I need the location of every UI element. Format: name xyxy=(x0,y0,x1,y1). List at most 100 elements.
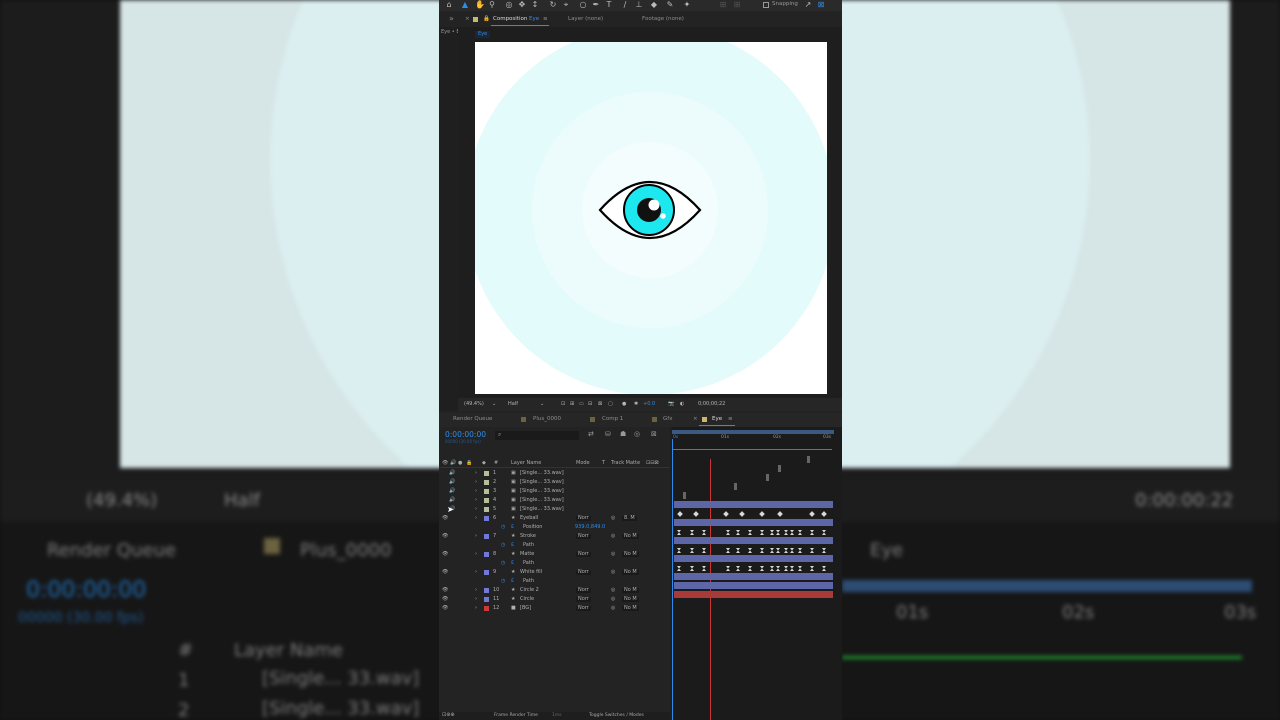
track-matte-select[interactable]: No M xyxy=(622,552,639,557)
audio-icon[interactable]: 🔊 xyxy=(449,489,455,494)
track-matte-select[interactable]: 8. M xyxy=(622,516,637,521)
layer-row[interactable]: 👁 › 9 ★ White fill Norr ◎ No M xyxy=(439,568,670,577)
search-input[interactable]: ⌕ xyxy=(495,431,579,440)
keyframe[interactable] xyxy=(790,530,794,535)
keyframe[interactable] xyxy=(759,511,765,517)
layer-name[interactable]: [Single... 33.wav] xyxy=(520,507,564,512)
keyframe[interactable] xyxy=(677,511,683,517)
mode-select[interactable]: Norr xyxy=(576,597,591,602)
track-matte-select[interactable]: No M xyxy=(622,534,639,539)
eye-icon[interactable]: 👁 xyxy=(442,606,448,611)
playhead-line[interactable] xyxy=(710,459,711,720)
timeline-track-area[interactable]: 0s 01s 02s 03s xyxy=(672,427,842,720)
current-time[interactable]: 0:00:00:00 xyxy=(445,431,486,439)
stopwatch-icon[interactable]: ◷ xyxy=(501,525,505,530)
layer-duration-bar[interactable] xyxy=(674,591,833,598)
label-swatch[interactable] xyxy=(484,570,489,575)
view-icon[interactable]: ▢ xyxy=(608,402,613,407)
mask-icon[interactable]: ▭ xyxy=(579,402,584,407)
keyframe[interactable] xyxy=(702,530,706,535)
keyframe[interactable] xyxy=(739,511,745,517)
chevron-right-icon[interactable]: › xyxy=(475,597,477,602)
close-tab-icon[interactable]: × xyxy=(465,16,470,23)
chevron-right-icon[interactable]: › xyxy=(475,480,477,485)
layer-row[interactable]: 👁 › 12 ■ [BG] Norr ◎ No M xyxy=(439,604,670,613)
pen-tool-icon[interactable]: ✒ xyxy=(592,1,600,9)
keyframe[interactable] xyxy=(748,530,752,535)
track-matte-select[interactable]: No M xyxy=(622,597,639,602)
expression-icon[interactable]: ℇ xyxy=(511,579,514,584)
label-swatch[interactable] xyxy=(484,498,489,503)
hand-tool-icon[interactable]: ✋ xyxy=(475,1,485,9)
label-swatch[interactable] xyxy=(484,516,489,521)
keyframe[interactable] xyxy=(760,530,764,535)
keyframe[interactable] xyxy=(690,566,694,571)
keyframe[interactable] xyxy=(748,548,752,553)
tab-eye[interactable]: Eye xyxy=(712,416,722,423)
keyframe[interactable] xyxy=(770,566,774,571)
layer-name[interactable]: [Single... 33.wav] xyxy=(520,480,564,485)
tab-footage[interactable]: Footage (none) xyxy=(642,16,684,23)
clone-tool-icon[interactable]: ⊥ xyxy=(635,1,643,9)
keyframe[interactable] xyxy=(760,548,764,553)
property-row[interactable]: ◷ ℇ Path xyxy=(439,577,670,586)
keyframe[interactable] xyxy=(677,548,681,553)
mode-select[interactable]: Norr xyxy=(576,570,591,575)
keyframe[interactable] xyxy=(693,511,699,517)
expression-icon[interactable]: ℇ xyxy=(511,561,514,566)
keyframe[interactable] xyxy=(776,548,780,553)
col-layer-name[interactable]: Layer Name xyxy=(511,461,541,466)
label-swatch[interactable] xyxy=(484,489,489,494)
keyframe[interactable] xyxy=(726,548,730,553)
layer-name[interactable]: [Single... 33.wav] xyxy=(520,471,564,476)
tab-composition-name[interactable]: Eye xyxy=(529,16,539,23)
keyframe[interactable] xyxy=(723,511,729,517)
keyframe[interactable] xyxy=(726,530,730,535)
layer-name[interactable]: [BG] xyxy=(520,606,531,611)
eye-icon[interactable]: 👁 xyxy=(442,552,448,557)
color-channels-icon[interactable]: ● xyxy=(622,402,626,407)
exposure-icon[interactable]: ✱ xyxy=(634,402,638,407)
label-swatch[interactable] xyxy=(484,471,489,476)
label-swatch[interactable] xyxy=(484,534,489,539)
rotate-tool-icon[interactable]: ↻ xyxy=(549,1,557,9)
keyframe[interactable] xyxy=(770,530,774,535)
fit-icon[interactable]: ⊡ xyxy=(561,402,565,407)
keyframe[interactable] xyxy=(736,566,740,571)
eye-icon[interactable]: 👁 xyxy=(442,516,448,521)
keyframe[interactable] xyxy=(748,566,752,571)
tab-comp1[interactable]: Comp 1 xyxy=(602,416,623,423)
chevron-right-icon[interactable]: › xyxy=(475,507,477,512)
layer-row[interactable]: 🔊 › 4 ▣ [Single... 33.wav] xyxy=(439,496,670,505)
audio-icon[interactable]: 🔊 xyxy=(449,498,455,503)
snap-target-icon[interactable]: ⊠ xyxy=(817,1,825,9)
exposure-value[interactable]: +0.0 xyxy=(643,402,655,407)
keyframe[interactable] xyxy=(822,548,826,553)
resolution-select[interactable]: Half xyxy=(508,402,518,407)
expression-icon[interactable]: ℇ xyxy=(511,543,514,548)
selection-tool-icon[interactable]: ▲ xyxy=(461,1,469,9)
keyframe[interactable] xyxy=(810,530,814,535)
eye-icon[interactable]: 👁 xyxy=(442,534,448,539)
keyframe[interactable] xyxy=(822,530,826,535)
keyframe[interactable] xyxy=(690,530,694,535)
keyframe[interactable] xyxy=(776,566,780,571)
keyframe[interactable] xyxy=(784,548,788,553)
mode-select[interactable]: Norr xyxy=(576,516,591,521)
mode-select[interactable]: Norr xyxy=(576,552,591,557)
grid-icon[interactable]: ⊞ xyxy=(570,402,574,407)
shy-icon[interactable]: ☗ xyxy=(620,431,626,438)
guides-icon[interactable]: ⊟ xyxy=(588,402,592,407)
tab-menu-icon[interactable]: ≡ xyxy=(728,416,733,423)
keyframe[interactable] xyxy=(726,566,730,571)
work-area-bar[interactable] xyxy=(672,430,834,434)
stopwatch-icon[interactable]: ◷ xyxy=(501,579,505,584)
comp-flowchart-icon[interactable]: ⇄ xyxy=(588,431,594,438)
chevron-right-icon[interactable]: › xyxy=(475,588,477,593)
pan-tool-icon[interactable]: ✥ xyxy=(518,1,526,9)
keyframe[interactable] xyxy=(790,548,794,553)
tab-layer[interactable]: Layer (none) xyxy=(568,16,603,23)
layer-row[interactable]: 👁 › 7 ★ Stroke Norr ◎ No M xyxy=(439,532,670,541)
zoom-tool-icon[interactable]: ⚲ xyxy=(488,1,496,9)
chevron-right-icon[interactable]: › xyxy=(475,606,477,611)
